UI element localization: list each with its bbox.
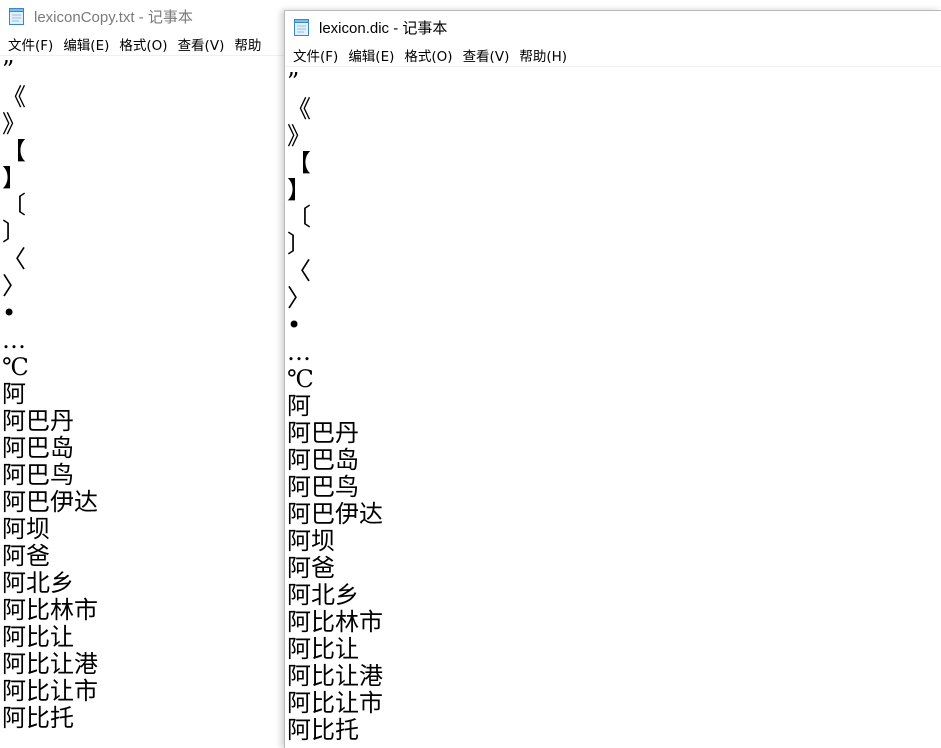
text-editor[interactable]: ” 《 》 【 】 〔 〕 〈 〉 • … ℃ 阿 阿巴丹 阿巴岛 阿巴鸟 阿巴… bbox=[285, 69, 941, 748]
text-line: 阿巴岛 bbox=[2, 434, 74, 462]
text-line: 阿比托 bbox=[2, 704, 74, 732]
text-line: 〉 bbox=[287, 284, 311, 312]
text-line: 阿巴伊达 bbox=[287, 500, 383, 528]
text-line: 阿巴丹 bbox=[2, 407, 74, 435]
text-line: 〉 bbox=[2, 272, 26, 300]
text-editor[interactable]: ” 《 》 【 】 〔 〕 〈 〉 • … ℃ 阿 阿巴丹 阿巴岛 阿巴鸟 阿巴… bbox=[0, 57, 300, 748]
text-line: 阿巴丹 bbox=[287, 419, 359, 447]
text-line: 阿比林市 bbox=[287, 608, 383, 636]
text-line: … bbox=[287, 338, 311, 366]
menu-format[interactable]: 格式(O) bbox=[115, 34, 171, 54]
text-line: 阿巴鸟 bbox=[287, 473, 359, 501]
text-line: 阿爸 bbox=[2, 542, 50, 570]
window-title: lexicon.dic - 记事本 bbox=[319, 19, 448, 37]
menu-view[interactable]: 查看(V) bbox=[459, 45, 514, 65]
text-line: 阿比让市 bbox=[287, 689, 383, 717]
text-line: 阿坝 bbox=[287, 527, 335, 555]
text-line: 《 bbox=[287, 95, 311, 123]
text-line: ℃ bbox=[2, 353, 29, 381]
text-line: 阿比托 bbox=[287, 716, 359, 744]
text-line: • bbox=[2, 299, 17, 327]
menu-help[interactable]: 帮助 bbox=[230, 34, 265, 54]
text-line: 〕 bbox=[2, 218, 26, 246]
menu-view[interactable]: 查看(V) bbox=[174, 34, 229, 54]
text-line: 阿巴伊达 bbox=[2, 488, 98, 516]
notepad-window-back[interactable]: lexiconCopy.txt - 记事本 文件(F) 编辑(E) 格式(O) … bbox=[0, 0, 300, 748]
menu-file[interactable]: 文件(F) bbox=[4, 34, 57, 54]
text-line: ” bbox=[287, 69, 300, 96]
text-line: 阿 bbox=[2, 380, 26, 408]
text-line: 阿比让 bbox=[287, 635, 359, 663]
text-line: 〈 bbox=[2, 245, 26, 273]
text-line: 】 bbox=[287, 176, 311, 204]
text-line: 阿比让港 bbox=[287, 662, 383, 690]
text-line: 阿比让港 bbox=[2, 650, 98, 678]
notepad-icon bbox=[293, 17, 311, 37]
menu-edit[interactable]: 编辑(E) bbox=[344, 45, 398, 65]
text-line: 阿比林市 bbox=[2, 596, 98, 624]
text-line: … bbox=[2, 326, 26, 354]
text-line: 阿北乡 bbox=[287, 581, 359, 609]
menu-help[interactable]: 帮助(H) bbox=[515, 45, 571, 65]
menu-edit[interactable]: 编辑(E) bbox=[59, 34, 113, 54]
text-line: 》 bbox=[287, 122, 311, 150]
text-line: 【 bbox=[287, 149, 311, 177]
text-line: 阿巴鸟 bbox=[2, 461, 74, 489]
text-line: 〔 bbox=[287, 203, 311, 231]
text-line: 【 bbox=[2, 137, 26, 165]
title-bar[interactable]: lexiconCopy.txt - 记事本 bbox=[0, 0, 300, 32]
text-line: ℃ bbox=[287, 365, 314, 393]
text-line: 〔 bbox=[2, 191, 26, 219]
text-line: ” bbox=[2, 57, 15, 84]
text-line: 阿巴岛 bbox=[287, 446, 359, 474]
text-line: 〈 bbox=[287, 257, 311, 285]
title-bar[interactable]: lexicon.dic - 记事本 bbox=[285, 11, 941, 43]
text-line: • bbox=[287, 311, 302, 339]
text-line: 阿 bbox=[287, 392, 311, 420]
menu-format[interactable]: 格式(O) bbox=[400, 45, 456, 65]
notepad-icon bbox=[8, 6, 26, 26]
text-line: 】 bbox=[2, 164, 26, 192]
menu-file[interactable]: 文件(F) bbox=[289, 45, 342, 65]
text-line: 阿爸 bbox=[287, 554, 335, 582]
text-line: 阿比让市 bbox=[2, 677, 98, 705]
menu-bar: 文件(F) 编辑(E) 格式(O) 查看(V) 帮助(H) bbox=[285, 43, 941, 67]
text-line: 阿比让 bbox=[2, 623, 74, 651]
text-line: 《 bbox=[2, 83, 26, 111]
text-line: 〕 bbox=[287, 230, 311, 258]
window-title: lexiconCopy.txt - 记事本 bbox=[34, 8, 193, 26]
text-line: 》 bbox=[2, 110, 26, 138]
text-line: 阿北乡 bbox=[2, 569, 74, 597]
text-line: 阿坝 bbox=[2, 515, 50, 543]
notepad-window-front[interactable]: lexicon.dic - 记事本 文件(F) 编辑(E) 格式(O) 查看(V… bbox=[284, 10, 941, 748]
menu-bar: 文件(F) 编辑(E) 格式(O) 查看(V) 帮助 bbox=[0, 32, 300, 56]
